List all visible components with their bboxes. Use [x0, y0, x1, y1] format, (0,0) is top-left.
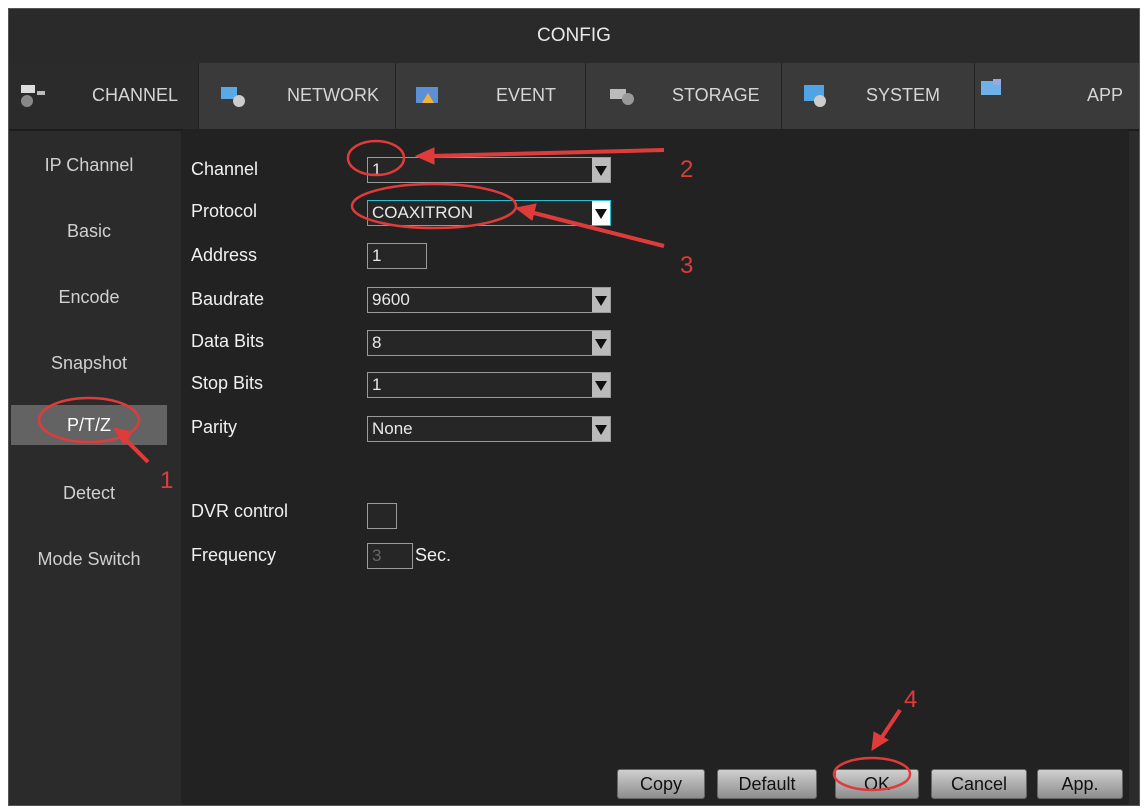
annotation-circle-ok — [832, 756, 912, 792]
annotation-arrow-2 — [429, 148, 665, 158]
annotation-circle-channel — [346, 139, 406, 177]
annotation-overlay — [37, 139, 912, 792]
annotation-number-2: 2 — [680, 156, 694, 183]
arrow-head-icon — [414, 147, 435, 165]
annotation-number-4: 4 — [904, 686, 918, 713]
annotation-arrow-4 — [878, 708, 902, 742]
annotation-number-3: 3 — [680, 252, 694, 279]
annotation-circle-protocol — [350, 182, 518, 230]
annotation-number-1: 1 — [160, 467, 174, 494]
arrow-head-icon — [514, 203, 537, 221]
annotation-arrow-3 — [529, 210, 665, 248]
